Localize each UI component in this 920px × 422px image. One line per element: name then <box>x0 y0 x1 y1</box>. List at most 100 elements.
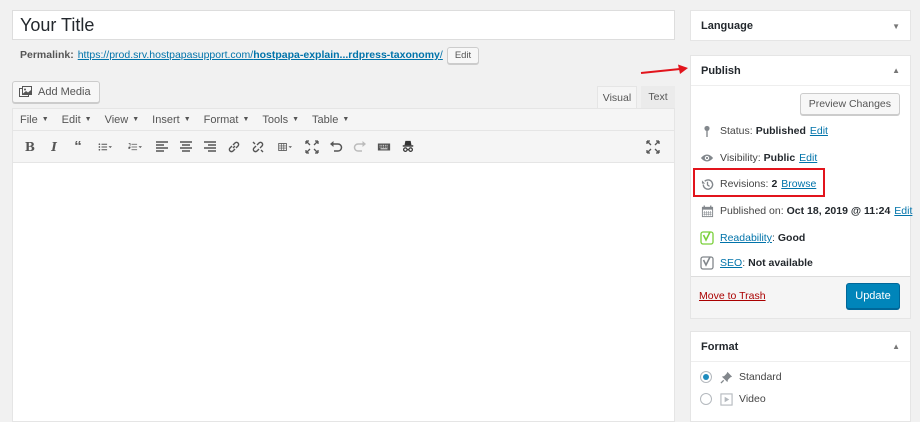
publish-box-header[interactable]: Publish ▲ <box>691 56 910 86</box>
menu-format[interactable]: Format ▼ <box>204 114 250 126</box>
menu-format-label: Format <box>203 113 239 126</box>
menu-file-label: File <box>20 113 38 126</box>
bold-icon[interactable]: B <box>19 136 41 158</box>
post-title-input[interactable]: Your Title <box>12 10 675 40</box>
radio-selected-dot <box>703 374 709 380</box>
readability-link[interactable]: Readability <box>720 232 772 244</box>
tab-text[interactable]: Text <box>641 86 675 108</box>
menu-view[interactable]: View ▼ <box>105 114 140 126</box>
incognito-icon[interactable] <box>397 136 419 158</box>
readability-row: Readability: Good <box>700 230 805 246</box>
distraction-free-icon[interactable] <box>642 136 664 158</box>
media-icon <box>19 86 33 98</box>
post-title-text: Your Title <box>20 14 95 35</box>
menu-tools-label: Tools <box>262 113 289 126</box>
visibility-label: Visibility: <box>720 152 761 164</box>
menu-table-label: Table <box>312 113 339 126</box>
menu-edit[interactable]: Edit ▼ <box>62 114 92 126</box>
align-center-icon[interactable] <box>175 136 197 158</box>
seo-colon: : <box>742 257 746 269</box>
radio-video[interactable] <box>700 393 712 405</box>
readability-value: Good <box>777 232 806 244</box>
permalink-row: Permalink: https://prod.srv.hostpapasupp… <box>20 46 480 64</box>
language-title: Language <box>701 20 753 32</box>
numbered-list-icon[interactable] <box>121 136 149 158</box>
italic-icon[interactable]: I <box>43 136 65 158</box>
caret-up-icon[interactable]: ▲ <box>892 342 900 351</box>
status-edit-link[interactable]: Edit <box>810 125 828 137</box>
caret-down-icon: ▼ <box>132 116 140 123</box>
menu-edit-label: Edit <box>61 113 81 126</box>
editor-toolbar: B I “ <box>13 131 674 163</box>
format-option-video[interactable]: Video <box>700 391 766 407</box>
table-icon[interactable] <box>271 136 299 158</box>
bullet-list-icon[interactable] <box>91 136 119 158</box>
permalink-edit-button[interactable]: Edit <box>446 46 480 64</box>
permalink-url-prefix: https://prod.srv.hostpapasupport.com/ <box>77 49 254 61</box>
move-to-trash-link[interactable]: Move to Trash <box>699 290 766 302</box>
align-left-icon[interactable] <box>151 136 173 158</box>
radio-standard[interactable] <box>700 371 712 383</box>
format-box: Format ▲ Standard Video <box>690 331 911 422</box>
yoast-seo-icon <box>700 256 714 270</box>
format-standard-label: Standard <box>739 371 782 383</box>
menu-table[interactable]: Table ▼ <box>312 114 349 126</box>
pushpin-icon <box>719 370 733 384</box>
published-label: Published on: <box>720 205 784 217</box>
permalink-link[interactable]: https://prod.srv.hostpapasupport.com/hos… <box>78 49 443 61</box>
update-button[interactable]: Update <box>846 283 900 309</box>
eye-icon <box>700 151 714 165</box>
menu-insert[interactable]: Insert ▼ <box>152 114 190 126</box>
preview-changes-button[interactable]: Preview Changes <box>799 93 900 115</box>
visibility-edit-link[interactable]: Edit <box>799 152 817 164</box>
format-box-header[interactable]: Format ▲ <box>691 332 910 362</box>
yoast-readability-icon <box>700 231 714 245</box>
add-media-button[interactable]: Add Media <box>12 81 100 103</box>
align-right-icon[interactable] <box>199 136 221 158</box>
caret-down-icon[interactable]: ▼ <box>892 22 900 31</box>
annotation-highlight-box <box>693 168 825 197</box>
published-value: Oct 18, 2019 @ 11:24 <box>786 205 891 217</box>
redo-icon[interactable] <box>349 136 371 158</box>
format-video-label: Video <box>739 393 766 405</box>
caret-down-icon: ▼ <box>41 116 49 123</box>
blockquote-icon[interactable]: “ <box>67 136 89 158</box>
published-edit-link[interactable]: Edit <box>894 205 912 217</box>
menu-tools[interactable]: Tools ▼ <box>262 114 299 126</box>
language-box-header[interactable]: Language ▼ <box>691 11 910 41</box>
fullscreen-icon[interactable] <box>301 136 323 158</box>
menu-view-label: View <box>104 113 129 126</box>
caret-up-icon[interactable]: ▲ <box>892 66 900 75</box>
menu-file[interactable]: File ▼ <box>20 114 49 126</box>
status-value: Published <box>755 125 806 137</box>
caret-down-icon: ▼ <box>183 116 191 123</box>
seo-link[interactable]: SEO <box>720 257 742 269</box>
seo-value: Not available <box>748 257 813 269</box>
readability-colon: : <box>771 232 775 244</box>
language-box: Language ▼ <box>690 10 911 41</box>
pin-icon <box>700 124 714 138</box>
format-option-standard[interactable]: Standard <box>700 369 782 385</box>
editor-area[interactable]: File ▼ Edit ▼ View ▼ Insert ▼ Format ▼ Tools ▼… <box>12 108 675 422</box>
tab-visual[interactable]: Visual <box>597 86 637 108</box>
caret-down-icon: ▼ <box>342 116 350 123</box>
seo-row: SEO: Not available <box>700 255 813 271</box>
link-icon[interactable] <box>223 136 245 158</box>
format-title: Format <box>701 340 739 353</box>
permalink-url-suffix: / <box>439 49 443 61</box>
video-icon <box>719 392 733 406</box>
visibility-row: Visibility: Public Edit <box>700 150 817 166</box>
undo-icon[interactable] <box>325 136 347 158</box>
publish-title: Publish <box>701 64 741 77</box>
menu-insert-label: Insert <box>152 113 180 126</box>
unlink-icon[interactable] <box>247 136 269 158</box>
add-media-label: Add Media <box>38 86 91 98</box>
editor-menubar: File ▼ Edit ▼ View ▼ Insert ▼ Format ▼ Tools ▼… <box>13 109 674 131</box>
status-row: Status: Published Edit <box>700 123 828 139</box>
keyboard-icon[interactable] <box>373 136 395 158</box>
published-row: Published on: Oct 18, 2019 @ 11:24 Edit <box>700 203 912 219</box>
annotation-arrow-icon <box>640 64 688 74</box>
permalink-label: Permalink: <box>20 49 74 61</box>
caret-down-icon: ▼ <box>242 116 250 123</box>
permalink-url-slug: hostpapa-explain...rdpress-taxonomy <box>253 49 440 61</box>
